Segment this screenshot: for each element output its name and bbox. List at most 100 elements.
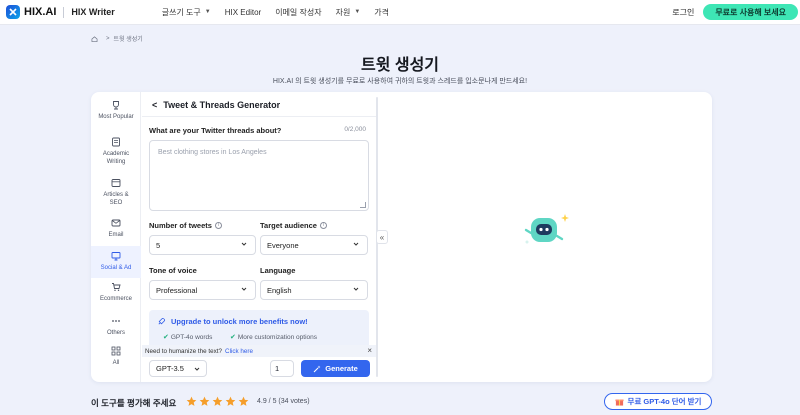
chevron-down-icon: ▼ <box>354 9 361 15</box>
humanize-link[interactable]: Click here <box>225 348 253 355</box>
page-title: 트윗 생성기 <box>360 57 440 74</box>
sidebar-item-social-ad[interactable]: Social & Ad <box>91 246 141 278</box>
upgrade-title: Upgrade to unlock more benefits now! <box>171 317 308 326</box>
sidebar-item-all[interactable]: All <box>91 346 141 370</box>
tweets-count-label: Number of tweets i <box>149 221 222 230</box>
nav-resources[interactable]: 자원 ▼ <box>336 7 361 18</box>
sidebar-item-ecommerce[interactable]: Ecommerce <box>91 282 141 306</box>
mail-icon <box>111 219 121 227</box>
chevron-down-icon <box>241 287 247 291</box>
target-audience-label: Target audience i <box>260 221 327 230</box>
rocket-icon <box>158 317 166 325</box>
grid-icon <box>111 346 121 356</box>
logo[interactable]: HIX.AI HIX Writer <box>6 5 115 19</box>
tone-value: Professional <box>156 285 198 295</box>
info-icon[interactable]: i <box>319 222 327 229</box>
category-sidebar: Most Popular Academic Writing Articles &… <box>91 92 141 382</box>
generator-form: < Tweet & Threads Generator What are you… <box>142 92 376 382</box>
tweets-count-label-text: Number of tweets <box>149 221 212 230</box>
tone-label: Tone of voice <box>149 266 197 275</box>
model-value: GPT-3.5 <box>156 364 184 373</box>
star-icon[interactable] <box>186 396 197 407</box>
sidebar-item-others[interactable]: Others <box>91 316 141 340</box>
quantity-input[interactable]: 1 <box>270 360 294 377</box>
benefit-item: ✔ GPT-4o words <box>163 333 213 342</box>
chevron-down-icon <box>353 242 359 246</box>
nav-writing-tools[interactable]: 글쓰기 도구 ▼ <box>162 7 211 18</box>
form-header: < Tweet & Threads Generator <box>152 100 280 110</box>
benefit-text: GPT-4o words <box>170 333 213 341</box>
star-icon[interactable] <box>225 396 236 407</box>
sidebar-item-label: Social & Ad <box>100 265 132 271</box>
tone-select[interactable]: Professional <box>149 280 256 300</box>
check-icon: ✔ <box>163 334 169 341</box>
topic-placeholder: Best clothing stores in Los Angeles <box>158 149 267 156</box>
humanize-bar: Need to humanize the text? Click here × <box>142 345 376 357</box>
article-icon <box>111 179 121 187</box>
breadcrumb-current: 트윗 생성기 <box>113 37 143 43</box>
nav-email-writer[interactable]: 이메일 작성자 <box>275 7 321 18</box>
language-select[interactable]: English <box>260 280 368 300</box>
chevron-down-icon: ▼ <box>204 9 211 15</box>
close-icon[interactable]: × <box>367 346 372 355</box>
free-words-label: 무료 GPT-4o 단어 받기 <box>627 397 702 406</box>
sidebar-item-most-popular[interactable]: Most Popular <box>91 98 141 130</box>
generate-button[interactable]: Generate <box>301 360 370 377</box>
sidebar-item-label: All <box>112 360 120 366</box>
chevron-down-icon <box>194 367 200 371</box>
home-icon[interactable] <box>91 35 98 42</box>
star-icon[interactable] <box>199 396 210 407</box>
resize-handle-icon[interactable] <box>360 202 366 208</box>
sidebar-item-label: Most Popular <box>98 114 134 120</box>
nav-hix-editor[interactable]: HIX Editor <box>225 8 261 17</box>
sidebar-item-label: Ecommerce <box>99 296 132 302</box>
try-free-button[interactable]: 무료로 사용해 보세요 <box>703 4 798 20</box>
star-icon[interactable] <box>238 396 249 407</box>
benefit-item: ✔ More customization options <box>230 333 317 342</box>
upgrade-banner[interactable]: Upgrade to unlock more benefits now! ✔ GP… <box>149 310 369 350</box>
breadcrumb: > 트윗 생성기 <box>91 34 143 43</box>
star-icon[interactable] <box>212 396 223 407</box>
nav-writing-tools-label: 글쓰기 도구 <box>161 7 201 17</box>
notebook-icon <box>112 137 120 147</box>
nav-resources-label: 자원 <box>335 7 351 17</box>
humanize-text: Need to humanize the text? <box>145 347 223 355</box>
free-words-button[interactable]: 무료 GPT-4o 단어 받기 <box>604 393 712 410</box>
back-arrow-icon[interactable]: < <box>152 100 157 110</box>
chevron-down-icon <box>353 287 359 291</box>
sidebar-item-label: Email <box>108 232 124 238</box>
login-link[interactable]: 로그인 <box>672 7 694 18</box>
product-name: HIX Writer <box>71 7 115 17</box>
check-icon: ✔ <box>230 334 236 341</box>
rating-stars <box>186 396 251 407</box>
magic-wand-icon <box>313 365 321 372</box>
language-label: Language <box>260 266 296 275</box>
rating-score: 4.9 / 5 (34 votes) <box>257 398 310 405</box>
info-icon[interactable]: i <box>214 222 222 229</box>
monitor-icon <box>111 252 121 261</box>
rating-prompt: 이 도구를 평가해 주세요 <box>91 398 177 408</box>
target-audience-select[interactable]: Everyone <box>260 235 368 255</box>
trophy-icon <box>113 101 119 110</box>
dots-icon <box>112 320 120 322</box>
hix-logo-icon <box>6 5 20 19</box>
top-navbar: HIX.AI HIX Writer 글쓰기 도구 ▼ HIX Editor 이메일… <box>0 0 800 25</box>
logo-divider <box>63 6 65 18</box>
model-select[interactable]: GPT-3.5 <box>149 360 207 377</box>
sidebar-item-academic-writing[interactable]: Academic Writing <box>91 137 141 169</box>
output-panel <box>381 92 712 382</box>
tweets-count-select[interactable]: 5 <box>149 235 256 255</box>
sidebar-item-email[interactable]: Email <box>91 218 141 242</box>
generate-label: Generate <box>325 364 358 373</box>
sidebar-item-label: Articles & SEO <box>103 192 129 206</box>
form-title: Tweet & Threads Generator <box>163 100 281 110</box>
benefit-text: More customization options <box>237 333 317 341</box>
tool-card: Most Popular Academic Writing Articles &… <box>91 92 712 382</box>
sidebar-item-label: Others <box>106 330 125 336</box>
cart-icon <box>112 283 121 291</box>
sidebar-item-articles-seo[interactable]: Articles & SEO <box>91 178 141 210</box>
topic-textarea[interactable]: Best clothing stores in Los Angeles <box>149 140 369 211</box>
chevron-down-icon <box>241 242 247 246</box>
nav-pricing[interactable]: 가격 <box>374 7 389 18</box>
tweets-count-value: 5 <box>156 240 161 250</box>
